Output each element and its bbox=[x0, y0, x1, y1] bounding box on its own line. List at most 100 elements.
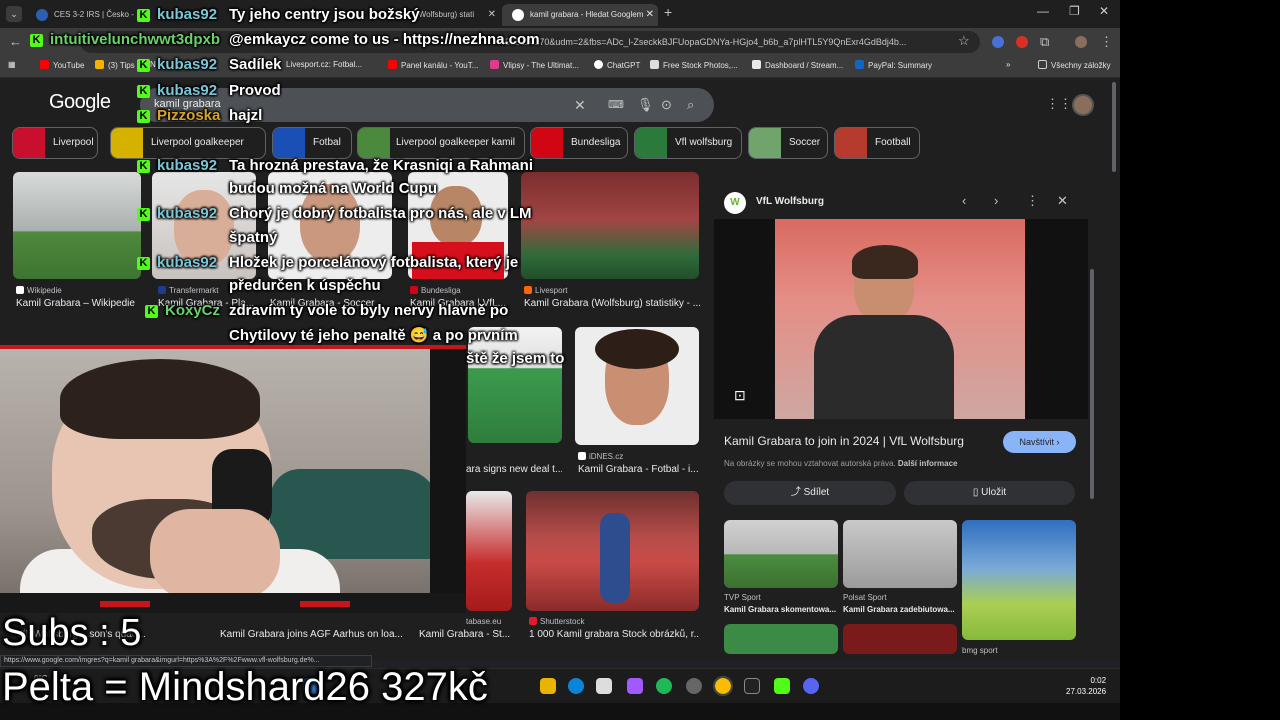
tab-ces-irs[interactable]: CES 3-2 IRS | Česko - Irsk bbox=[26, 4, 136, 26]
bookmark-vlipsy[interactable]: Vlipsy - The Ultimat... bbox=[490, 60, 579, 70]
related-caption[interactable]: Kamil Grabara zadebiutowa... bbox=[843, 605, 957, 614]
result-caption[interactable]: ara signs new deal t... bbox=[466, 464, 562, 475]
chrome-icon[interactable] bbox=[713, 676, 733, 696]
minimize-icon[interactable]: — bbox=[1037, 4, 1049, 18]
bookmark-paypal[interactable]: PayPal: Summary bbox=[855, 60, 932, 70]
clear-search-icon[interactable]: ✕ bbox=[574, 97, 586, 114]
related-caption[interactable]: Kamil Grabara skomentowa... bbox=[724, 605, 838, 614]
related-image[interactable] bbox=[724, 624, 838, 654]
result-image[interactable] bbox=[466, 491, 512, 611]
result-caption[interactable]: Kamil Grabara (Wolfsburg) statistiky - .… bbox=[524, 298, 700, 309]
preview-image[interactable]: ⊡ bbox=[714, 219, 1088, 419]
tab-kamil-grabara[interactable]: kamil grabara - Hledat Googlem ✕ bbox=[502, 4, 658, 26]
save-button[interactable]: ▯ Uložit bbox=[904, 481, 1075, 505]
result-caption[interactable]: Kamil Grabara joins AGF Aarhus on loa... bbox=[220, 629, 410, 640]
file-explorer-icon[interactable] bbox=[540, 678, 556, 694]
system-clock[interactable]: 0:02 27.03.2026 bbox=[1066, 675, 1106, 697]
chatgpt-icon bbox=[594, 60, 603, 69]
chip-thumbnail bbox=[358, 128, 390, 158]
chat-message: Kkubas92 Ty jeho centry jsou božský bbox=[137, 6, 420, 23]
search-icon[interactable]: ⌕ bbox=[687, 97, 694, 113]
lens-search-icon[interactable]: ⊡ bbox=[734, 387, 746, 404]
kick-icon[interactable] bbox=[774, 678, 790, 694]
apps-grid-icon[interactable]: ▦ bbox=[8, 60, 16, 69]
result-image[interactable] bbox=[13, 172, 141, 279]
share-button[interactable]: ⤴ Sdílet bbox=[724, 481, 896, 505]
discord-icon[interactable] bbox=[803, 678, 819, 694]
spotify-icon[interactable] bbox=[656, 678, 672, 694]
back-icon[interactable]: ← bbox=[9, 34, 22, 49]
result-image[interactable] bbox=[575, 327, 699, 445]
result-image[interactable] bbox=[526, 491, 699, 611]
new-tab-button[interactable]: + bbox=[664, 4, 672, 20]
chevron-right-icon[interactable]: › bbox=[994, 193, 998, 208]
result-caption[interactable]: Kamil Grabara – Wikipedie bbox=[16, 298, 142, 309]
restore-icon[interactable]: ❐ bbox=[1069, 4, 1080, 18]
page-scrollbar[interactable] bbox=[1112, 82, 1116, 172]
bookmark-livesport[interactable]: Livesport.cz: Fotbal... bbox=[286, 60, 362, 69]
panel-title[interactable]: Kamil Grabara to join in 2024 | VfL Wolf… bbox=[724, 434, 964, 448]
chip-liverpool[interactable]: Liverpool bbox=[12, 127, 98, 159]
chip-fotbal[interactable]: Fotbal bbox=[272, 127, 352, 159]
chip-vfl-wolfsburg[interactable]: Vfl wolfsburg bbox=[634, 127, 742, 159]
chip-soccer[interactable]: Soccer bbox=[748, 127, 828, 159]
edge-icon[interactable] bbox=[568, 678, 584, 694]
close-icon[interactable]: ✕ bbox=[646, 4, 654, 26]
google-apps-icon[interactable]: ⋮⋮ bbox=[1046, 96, 1072, 112]
result-image[interactable] bbox=[521, 172, 699, 279]
donation-goal-text: Pelta = Mindshard26 327kč bbox=[2, 665, 488, 709]
bookmark-dashboard[interactable]: Dashboard / Stream... bbox=[752, 60, 843, 70]
extensions-puzzle-icon[interactable]: ⧉ bbox=[1040, 34, 1049, 50]
app-icon[interactable] bbox=[627, 678, 643, 694]
copyright-notice: Na obrázky se mohou vztahovat autorská p… bbox=[724, 459, 958, 468]
all-bookmarks[interactable]: Všechny záložky bbox=[1038, 60, 1111, 70]
chip-football[interactable]: Football bbox=[834, 127, 920, 159]
bookmark-chatgpt[interactable]: ChatGPT bbox=[594, 60, 640, 70]
related-source: bmg sport bbox=[962, 646, 998, 655]
extension-icon[interactable] bbox=[992, 36, 1004, 48]
wikipedia-icon bbox=[16, 286, 24, 294]
menu-kebab-icon[interactable]: ⋮ bbox=[1100, 34, 1113, 50]
lens-camera-icon[interactable]: ⊙ bbox=[661, 97, 672, 113]
chip-bundesliga[interactable]: Bundesliga bbox=[530, 127, 628, 159]
more-bookmarks-chevron-icon[interactable]: » bbox=[1006, 60, 1010, 69]
chip-liverpool-goalkeeper-kamil[interactable]: Liverpool goalkeeper kamil bbox=[357, 127, 525, 159]
more-info-link[interactable]: Další informace bbox=[898, 459, 958, 468]
black-margin bbox=[1120, 0, 1280, 720]
store-icon[interactable] bbox=[596, 678, 612, 694]
bookmark-youtube[interactable]: YouTube bbox=[40, 60, 84, 70]
microphone-icon[interactable]: 🎙 bbox=[637, 97, 654, 113]
kick-badge-icon: K bbox=[137, 9, 150, 22]
bookmark-youtube-studio[interactable]: Panel kanálu - YouT... bbox=[388, 60, 478, 70]
profile-avatar[interactable] bbox=[1075, 36, 1087, 48]
search-input[interactable]: kamil grabara ✕ ⌨ 🎙 ⊙ ⌕ bbox=[140, 88, 714, 122]
extension-icon[interactable] bbox=[1016, 36, 1028, 48]
related-image[interactable] bbox=[843, 624, 957, 654]
panel-source-name[interactable]: VfL Wolfsburg bbox=[756, 196, 824, 207]
keyboard-icon[interactable]: ⌨ bbox=[608, 98, 624, 111]
more-options-icon[interactable]: ⋮ bbox=[1026, 193, 1039, 209]
visit-button[interactable]: Navštívit › bbox=[1003, 431, 1076, 453]
chip-liverpool-goalkeeper[interactable]: Liverpool goalkeeper bbox=[110, 127, 266, 159]
bookmark-stock-photos[interactable]: Free Stock Photos,... bbox=[650, 60, 738, 70]
bookmark-tips[interactable]: (3) Tips bbox=[95, 60, 135, 70]
close-icon[interactable]: ✕ bbox=[488, 4, 496, 26]
result-caption[interactable]: 1 000 Kamil grabara Stock obrázků, r... bbox=[529, 629, 699, 640]
webcam-feed bbox=[0, 345, 466, 613]
bookmark-star-icon[interactable]: ☆ bbox=[958, 33, 970, 49]
tab-search-button[interactable]: ⌄ bbox=[6, 6, 22, 22]
result-caption[interactable]: Kamil Grabara - St... bbox=[419, 629, 515, 640]
avatar[interactable] bbox=[1072, 94, 1094, 116]
close-panel-icon[interactable]: ✕ bbox=[1057, 193, 1068, 209]
panel-scrollbar[interactable] bbox=[1090, 269, 1094, 499]
chevron-left-icon[interactable]: ‹ bbox=[962, 193, 966, 208]
related-image[interactable] bbox=[962, 520, 1076, 640]
result-caption[interactable]: Kamil Grabara - Fotbal - i... bbox=[578, 464, 698, 475]
obs-icon[interactable] bbox=[686, 678, 702, 694]
streamlabs-icon[interactable] bbox=[744, 678, 760, 694]
window-close-icon[interactable]: ✕ bbox=[1099, 4, 1109, 18]
related-image[interactable] bbox=[724, 520, 838, 588]
result-image[interactable] bbox=[468, 327, 562, 443]
related-image[interactable] bbox=[843, 520, 957, 588]
google-logo[interactable]: Google bbox=[49, 91, 111, 114]
